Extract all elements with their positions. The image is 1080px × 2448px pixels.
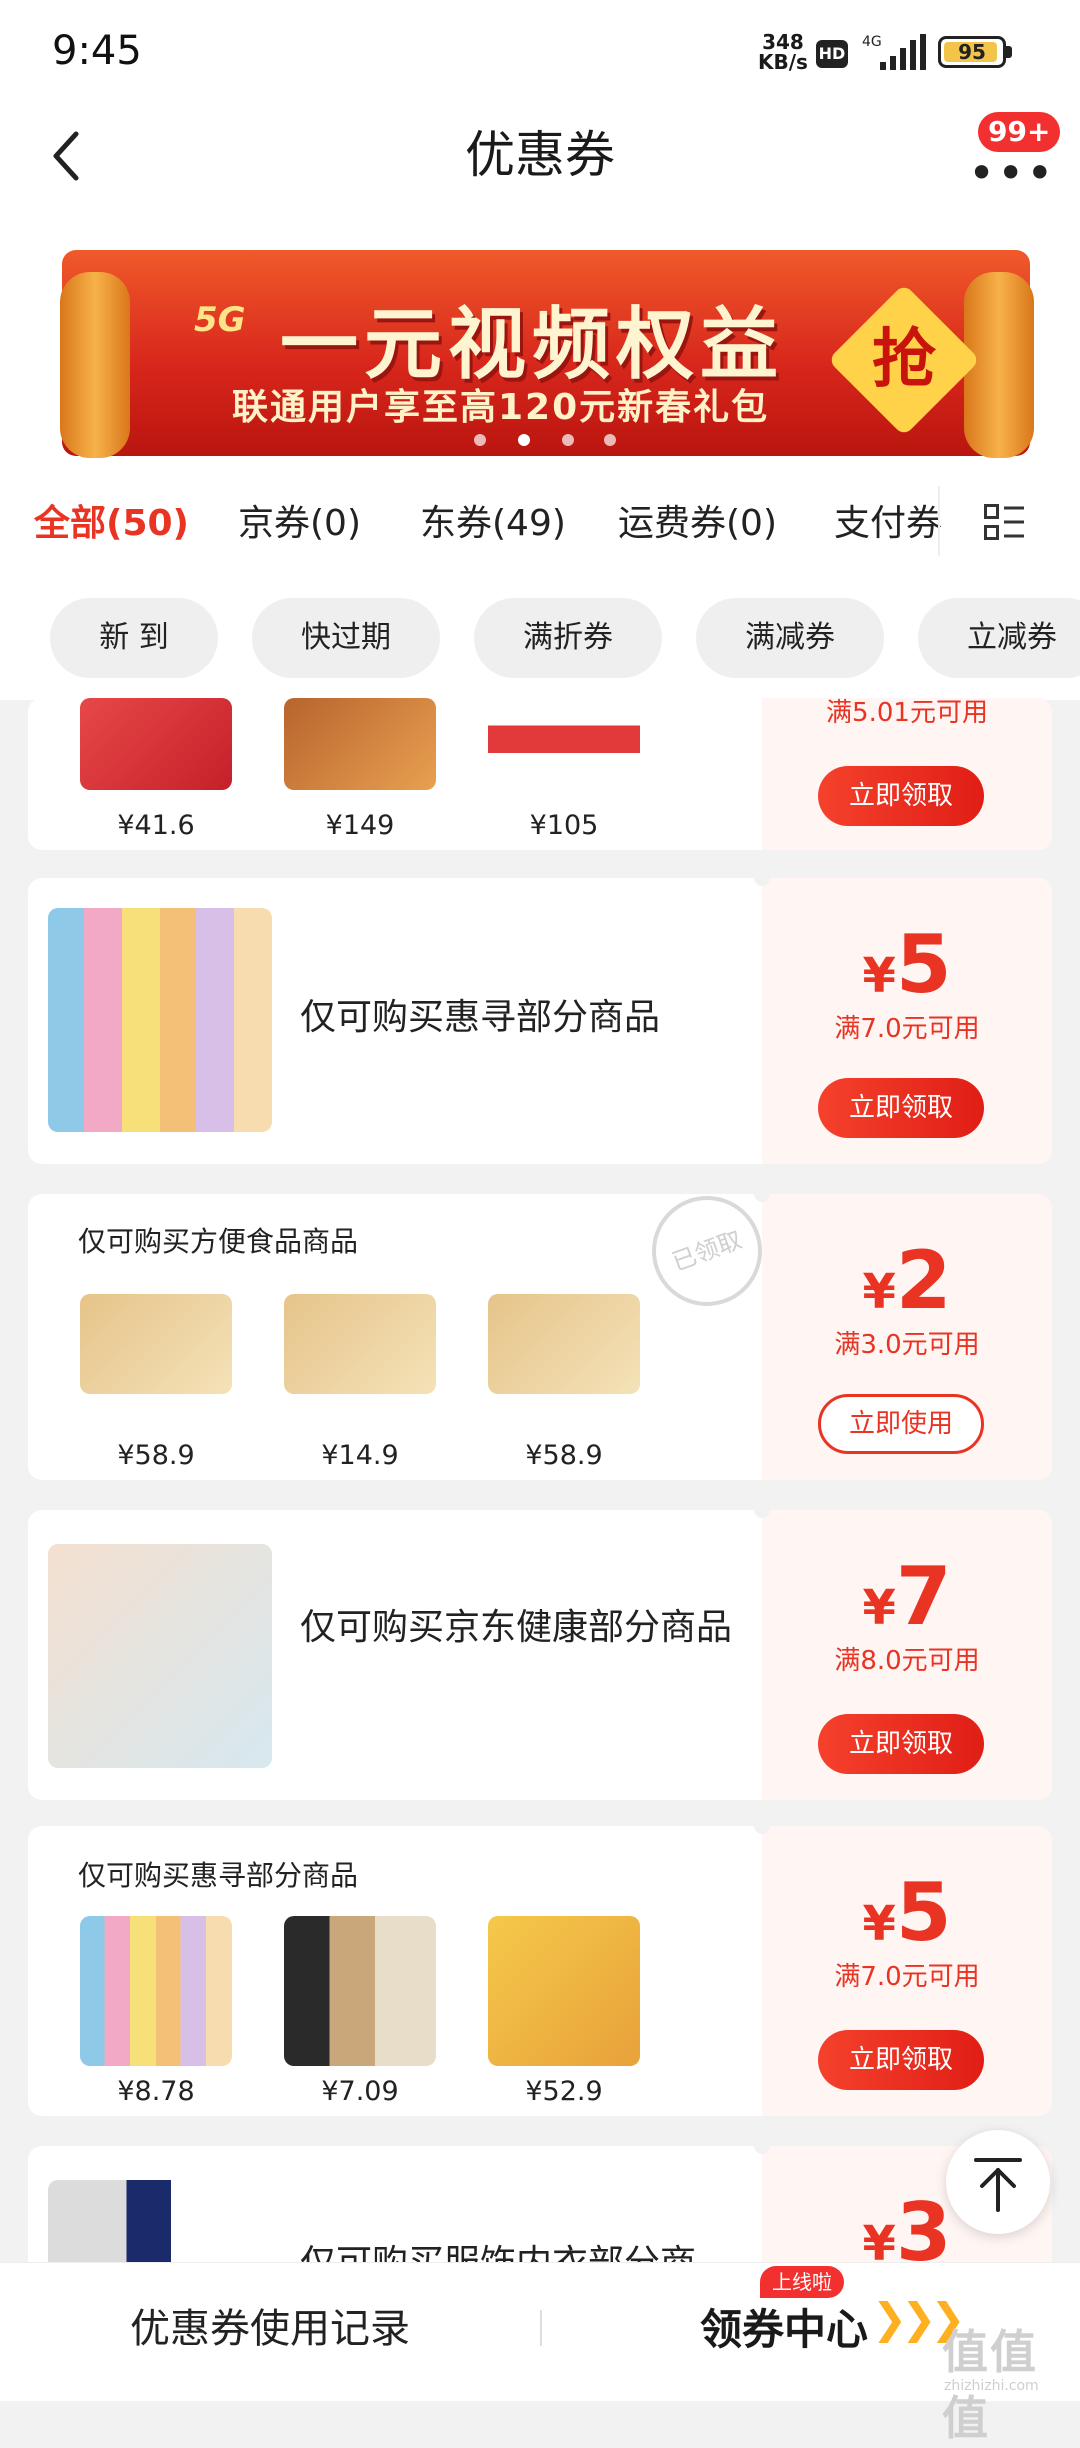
product-price: ¥52.9 xyxy=(525,2076,603,2107)
coupon-history-link[interactable]: 优惠券使用记录 xyxy=(80,2296,460,2354)
coupon-value-panel: ¥5 满7.0元可用 立即领取 xyxy=(762,878,1052,1164)
product-price: ¥41.6 xyxy=(117,810,195,841)
product-thumbnail[interactable] xyxy=(488,1916,640,2066)
tab-dong-coupon[interactable]: 东券(49) xyxy=(420,494,566,546)
coupon-card: ¥2 满3.0元可用 立即使用 仅可购买方便食品商品 ¥58.9 ¥14.9 ¥… xyxy=(28,1194,1052,1480)
banner-subtitle: 联通用户享至高120元新春礼包 xyxy=(232,387,770,428)
coupon-value-panel: ¥2 满3.0元可用 立即使用 xyxy=(762,1194,1052,1480)
product-image[interactable] xyxy=(48,908,272,1132)
more-icon: ••• xyxy=(968,146,1056,200)
product-price: ¥149 xyxy=(325,810,395,841)
coupon-description: 仅可购买惠寻部分商品 xyxy=(300,997,661,1038)
banner-5g-tag: 5G xyxy=(194,300,246,340)
coupon-scope-title: 仅可购买方便食品商品 xyxy=(78,1225,359,1258)
arrow-up-icon xyxy=(974,2158,1022,2212)
product-price: ¥8.78 xyxy=(117,2076,195,2107)
product-image[interactable] xyxy=(48,1544,272,1768)
coupon-amount: ¥7 xyxy=(862,1550,952,1643)
coupon-center-link[interactable]: 领券中心 xyxy=(700,2296,868,2357)
tab-payment-coupon[interactable]: 支付券 xyxy=(834,494,942,546)
watermark-url: zhizhizhi.com xyxy=(944,2378,1039,2394)
tab-divider xyxy=(938,486,940,556)
banner-dot[interactable] xyxy=(562,434,574,446)
product-thumbnail[interactable] xyxy=(80,698,232,790)
coupon-value-panel: ¥7 满8.0元可用 立即领取 xyxy=(762,1510,1052,1800)
product-thumbnail[interactable] xyxy=(284,698,436,790)
tab-all[interactable]: 全部(50) xyxy=(34,494,189,546)
claim-button[interactable]: 立即领取 xyxy=(818,1714,984,1774)
coupon-value-panel: ¥5 满7.0元可用 立即领取 xyxy=(762,1826,1052,2116)
product-thumbnail[interactable] xyxy=(284,1294,436,1394)
tab-jing-coupon[interactable]: 京券(0) xyxy=(238,494,361,546)
battery-icon: 95 xyxy=(938,36,1006,68)
coupon-amount: ¥5 xyxy=(862,1866,952,1959)
product-thumbnail[interactable] xyxy=(488,1294,640,1394)
page-title: 优惠券 xyxy=(465,126,615,184)
hd-icon: HD xyxy=(816,40,848,68)
coupon-condition: 满7.0元可用 xyxy=(834,1962,980,1992)
banner-grab-label: 抢 xyxy=(872,323,936,397)
banner-dot[interactable] xyxy=(604,434,616,446)
claim-button[interactable]: 立即领取 xyxy=(818,766,984,826)
banner-dot-active[interactable] xyxy=(518,434,530,446)
new-launch-badge: 上线啦 xyxy=(760,2266,844,2298)
coupon-card: ¥5 满7.0元可用 立即领取 仅可购买惠寻部分商品 xyxy=(28,878,1052,1164)
coupon-card: 满5.01元可用 立即领取 ¥41.6 ¥149 ¥105 xyxy=(28,698,1052,850)
coupon-condition: 满5.01元可用 xyxy=(826,698,988,728)
network-type: 4G xyxy=(862,34,882,50)
coupon-condition: 满7.0元可用 xyxy=(834,1014,980,1044)
status-time: 9:45 xyxy=(52,28,142,74)
coupon-value-panel: 满5.01元可用 立即领取 xyxy=(762,698,1052,850)
banner-dot[interactable] xyxy=(474,434,486,446)
chip-expiring[interactable]: 快过期 xyxy=(252,598,440,678)
claim-button[interactable]: 立即领取 xyxy=(818,2030,984,2090)
coupon-description: 仅可购买京东健康部分商品 xyxy=(300,1607,733,1648)
coupon-card: ¥5 满7.0元可用 立即领取 仅可购买惠寻部分商品 ¥8.78 ¥7.09 ¥… xyxy=(28,1826,1052,2116)
claim-button[interactable]: 立即领取 xyxy=(818,1078,984,1138)
tab-shipping-coupon[interactable]: 运费券(0) xyxy=(618,494,777,546)
network-speed-value: 348 xyxy=(762,30,804,54)
product-price: ¥105 xyxy=(529,810,599,841)
signal-icon: 4G xyxy=(862,32,930,72)
network-speed-unit: KB/s xyxy=(758,50,808,74)
product-thumbnail[interactable] xyxy=(80,1294,232,1394)
chip-full-reduction[interactable]: 满减券 xyxy=(696,598,884,678)
chip-new[interactable]: 新 到 xyxy=(50,598,218,678)
use-now-button[interactable]: 立即使用 xyxy=(818,1394,984,1454)
coupon-condition: 满3.0元可用 xyxy=(834,1330,980,1360)
coupon-scope-title: 仅可购买惠寻部分商品 xyxy=(78,1859,359,1892)
message-count-badge: 99+ xyxy=(978,112,1061,152)
coupon-amount: ¥2 xyxy=(862,1234,952,1327)
coupon-card: ¥7 满8.0元可用 立即领取 仅可购买京东健康部分商品 xyxy=(28,1510,1052,1800)
chip-discount[interactable]: 满折券 xyxy=(474,598,662,678)
product-thumbnail[interactable] xyxy=(488,698,640,790)
back-to-top-button[interactable] xyxy=(946,2130,1050,2234)
list-grid-icon[interactable] xyxy=(984,504,1024,540)
product-thumbnail[interactable] xyxy=(80,1916,232,2066)
product-price: ¥58.9 xyxy=(525,1440,603,1471)
bottom-divider xyxy=(540,2310,542,2346)
product-price: ¥7.09 xyxy=(321,2076,399,2107)
product-thumbnail[interactable] xyxy=(284,1916,436,2066)
product-price: ¥58.9 xyxy=(117,1440,195,1471)
banner-scroll-left-decor xyxy=(60,272,130,458)
battery-level: 95 xyxy=(958,40,986,64)
network-speed: 348 KB/s xyxy=(758,32,808,72)
battery-tip xyxy=(1006,46,1012,58)
product-price: ¥14.9 xyxy=(321,1440,399,1471)
chip-instant-reduction[interactable]: 立减券 xyxy=(918,598,1080,678)
coupon-condition: 满8.0元可用 xyxy=(834,1646,980,1676)
coupon-amount: ¥5 xyxy=(862,918,952,1011)
